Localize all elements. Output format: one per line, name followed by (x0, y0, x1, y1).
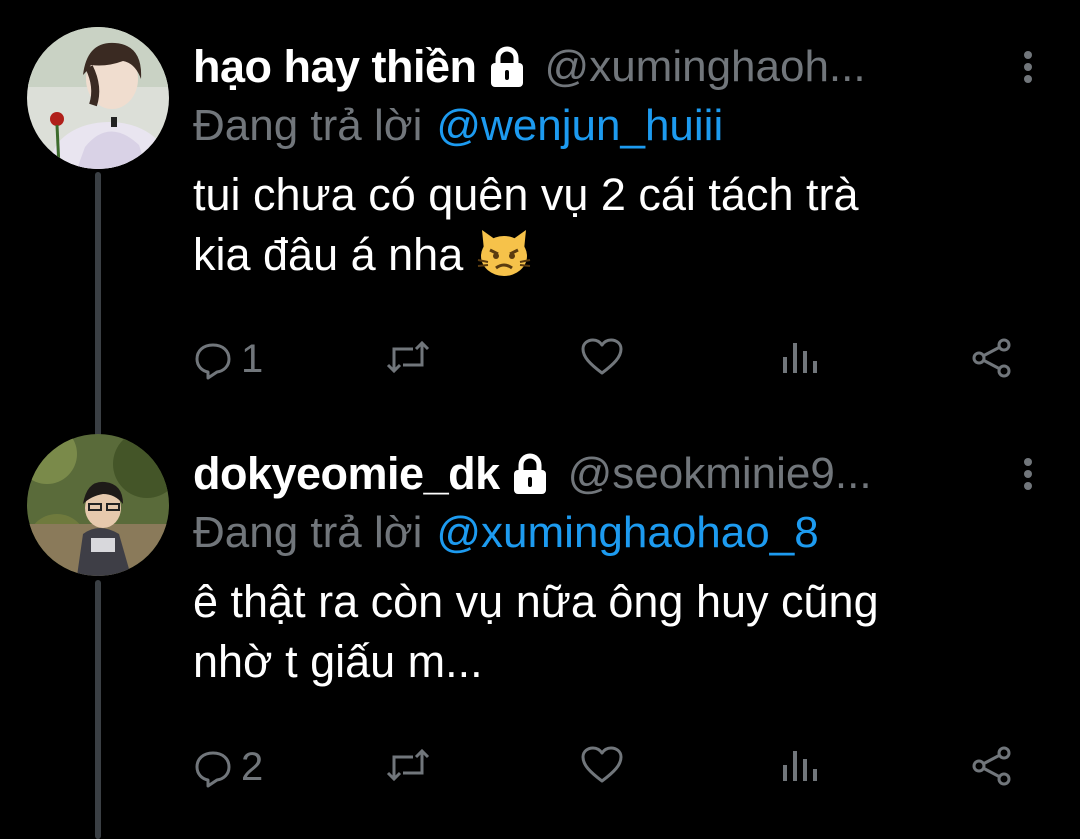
display-name[interactable]: dokyeomie_dk (193, 448, 500, 500)
replying-to: Đang trả lời @wenjun_huiii (193, 101, 1040, 151)
avatar[interactable] (27, 434, 169, 576)
user-handle[interactable]: @xuminghaoh... (545, 42, 992, 92)
like-icon (581, 746, 623, 783)
like-button[interactable] (580, 337, 624, 377)
reply-icon (195, 751, 231, 787)
share-button[interactable] (971, 745, 1013, 787)
pouting-cat-emoji (476, 228, 532, 278)
reply-prefix: Đang trả lời (193, 508, 423, 557)
replying-to: Đang trả lời @xuminghaohao_8 (193, 508, 1040, 558)
tweet-text: ê thật ra còn vụ nữa ông huy cũng nhờ t … (193, 572, 1040, 692)
reply-count: 1 (241, 337, 264, 381)
avatar[interactable] (27, 27, 169, 169)
tweet-text: tui chưa có quên vụ 2 cái tách trà kia đ… (193, 165, 1040, 285)
thread-line (95, 580, 101, 839)
share-button[interactable] (971, 337, 1013, 379)
more-icon[interactable] (1016, 452, 1040, 496)
display-name[interactable]: hạo hay thiền (193, 41, 477, 93)
analytics-icon (783, 343, 817, 373)
retweet-button[interactable] (385, 337, 431, 377)
analytics-button[interactable] (779, 337, 819, 377)
share-icon (972, 338, 1011, 378)
tweet-text-line: kia đâu á nha (193, 229, 464, 280)
like-icon (581, 338, 623, 375)
share-icon (972, 746, 1011, 786)
analytics-button[interactable] (779, 745, 819, 785)
reply-button[interactable]: 1 (193, 337, 263, 382)
retweet-button[interactable] (385, 745, 431, 785)
more-icon[interactable] (1016, 45, 1040, 89)
analytics-icon (783, 751, 817, 781)
retweet-icon (386, 340, 430, 374)
user-handle[interactable]: @seokminie9... (568, 449, 992, 499)
reply-prefix: Đang trả lời (193, 101, 423, 150)
reply-count: 2 (241, 745, 264, 789)
reply-button[interactable]: 2 (193, 745, 263, 790)
reply-mention-link[interactable]: @wenjun_huiii (436, 101, 723, 150)
lock-icon (489, 46, 525, 88)
tweet-text-line: tui chưa có quên vụ 2 cái tách trà (193, 169, 859, 220)
lock-icon (512, 453, 548, 495)
reply-mention-link[interactable]: @xuminghaohao_8 (436, 508, 818, 557)
tweet-text-line: nhờ t giấu m... (193, 636, 483, 687)
reply-icon (195, 343, 231, 379)
thread-line (95, 172, 101, 437)
tweet-text-line: ê thật ra còn vụ nữa ông huy cũng (193, 576, 879, 627)
retweet-icon (386, 748, 430, 782)
like-button[interactable] (580, 745, 624, 785)
